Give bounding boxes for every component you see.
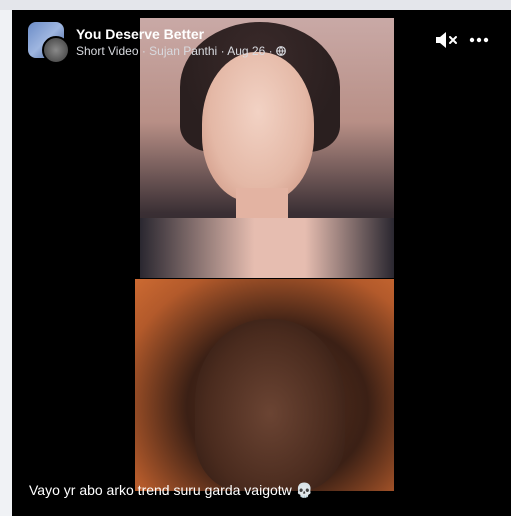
mute-button[interactable] [434, 29, 460, 51]
meta-separator-2: · [217, 44, 228, 58]
post-header: You Deserve Better Short Video · Sujan P… [12, 10, 511, 70]
post-type-label: Short Video [76, 44, 139, 58]
video-frame-face-region-2 [195, 319, 345, 491]
page-name-link[interactable]: You Deserve Better [76, 26, 204, 42]
speaker-muted-icon [434, 32, 460, 55]
more-options-icon [468, 37, 490, 55]
globe-icon [276, 45, 286, 56]
post-caption: Vayo yr abo arko trend suru garda vaigot… [29, 482, 314, 498]
top-strip [0, 0, 511, 10]
post-date-link[interactable]: Aug 26 [227, 44, 265, 58]
video-frame-bottom [135, 279, 394, 491]
post-meta: Short Video · Sujan Panthi · Aug 26 · [76, 44, 286, 58]
video-frame-shoulders-region [140, 218, 394, 278]
more-options-button[interactable] [468, 29, 490, 51]
meta-separator-3: · [265, 44, 276, 58]
author-link[interactable]: Sujan Panthi [149, 44, 217, 58]
video-frame-face-region [202, 52, 314, 202]
author-avatar[interactable] [42, 36, 70, 64]
video-post-card[interactable]: You Deserve Better Short Video · Sujan P… [12, 10, 511, 516]
meta-separator-1: · [138, 44, 150, 58]
